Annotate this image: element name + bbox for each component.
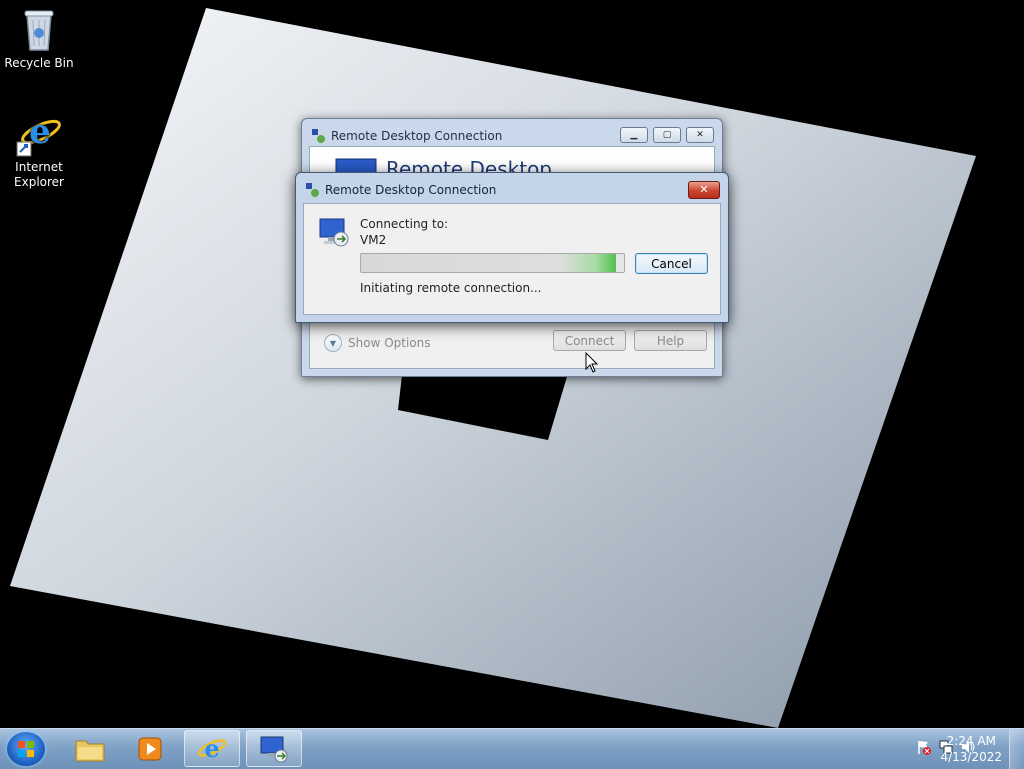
recycle-bin-desktop-icon[interactable]: Recycle Bin [1, 6, 77, 71]
windows-start-icon [18, 741, 34, 757]
internet-explorer-icon: e [15, 110, 63, 158]
connecting-dialog[interactable]: Remote Desktop Connection ✕ Connecting t… [295, 172, 729, 323]
help-button[interactable]: Help [634, 330, 707, 351]
progress-fill [361, 254, 617, 272]
taskbar-file-explorer[interactable] [62, 730, 118, 767]
file-explorer-icon [75, 740, 105, 761]
rdc-main-footer: ▼ Show Options Connect Help [310, 317, 714, 368]
maximize-button[interactable]: ▢ [653, 127, 681, 143]
taskbar-internet-explorer[interactable]: e [184, 730, 240, 767]
cancel-button[interactable]: Cancel [635, 253, 708, 274]
minimize-icon: ▁ [630, 130, 638, 140]
remote-computer-icon [319, 218, 349, 247]
recycle-bin-label: Recycle Bin [4, 56, 74, 70]
internet-explorer-label: Internet Explorer [14, 160, 64, 189]
internet-explorer-icon: e [197, 734, 227, 763]
svg-text:e: e [29, 112, 51, 152]
connection-progress-bar [360, 253, 625, 273]
taskbar-media-player[interactable] [122, 730, 178, 767]
start-button[interactable] [7, 732, 45, 766]
clock-time: 2:24 AM [946, 734, 996, 748]
close-icon: ✕ [696, 130, 704, 140]
show-desktop-button[interactable] [1009, 729, 1024, 769]
close-button[interactable]: ✕ [686, 127, 714, 143]
connecting-dialog-title: Remote Desktop Connection [325, 183, 497, 197]
taskbar: e 2:24 AM 4/13/2022 [0, 728, 1024, 769]
maximize-icon: ▢ [662, 130, 672, 140]
internet-explorer-desktop-icon[interactable]: e Internet Explorer [1, 110, 77, 190]
rdc-window-icon [312, 129, 325, 143]
clock-date: 4/13/2022 [940, 750, 1002, 764]
taskbar-remote-desktop[interactable] [246, 730, 302, 767]
remote-desktop-icon [260, 736, 288, 762]
show-options-label: Show Options [348, 336, 431, 350]
svg-text:e: e [204, 734, 219, 763]
connecting-dialog-client: Connecting to: VM2 Cancel Initiating rem… [303, 203, 721, 315]
recycle-bin-icon [15, 6, 63, 54]
connect-button[interactable]: Connect [553, 330, 626, 351]
connecting-to-label: Connecting to: [360, 217, 449, 231]
remote-host-name: VM2 [360, 233, 387, 247]
action-center-flag-icon[interactable] [916, 739, 932, 755]
dialog-close-button[interactable]: ✕ [688, 181, 720, 199]
media-player-icon [138, 737, 162, 760]
clock[interactable]: 2:24 AM 4/13/2022 [940, 733, 1002, 765]
rdc-dialog-icon [306, 183, 319, 197]
minimize-button[interactable]: ▁ [620, 127, 648, 143]
mouse-cursor-icon [585, 352, 599, 373]
show-options-toggle[interactable]: ▼ Show Options [324, 334, 431, 352]
connection-status-text: Initiating remote connection... [360, 281, 542, 295]
close-icon: ✕ [699, 183, 709, 196]
chevron-down-icon: ▼ [324, 334, 342, 352]
rdc-main-window-title: Remote Desktop Connection [331, 129, 503, 143]
